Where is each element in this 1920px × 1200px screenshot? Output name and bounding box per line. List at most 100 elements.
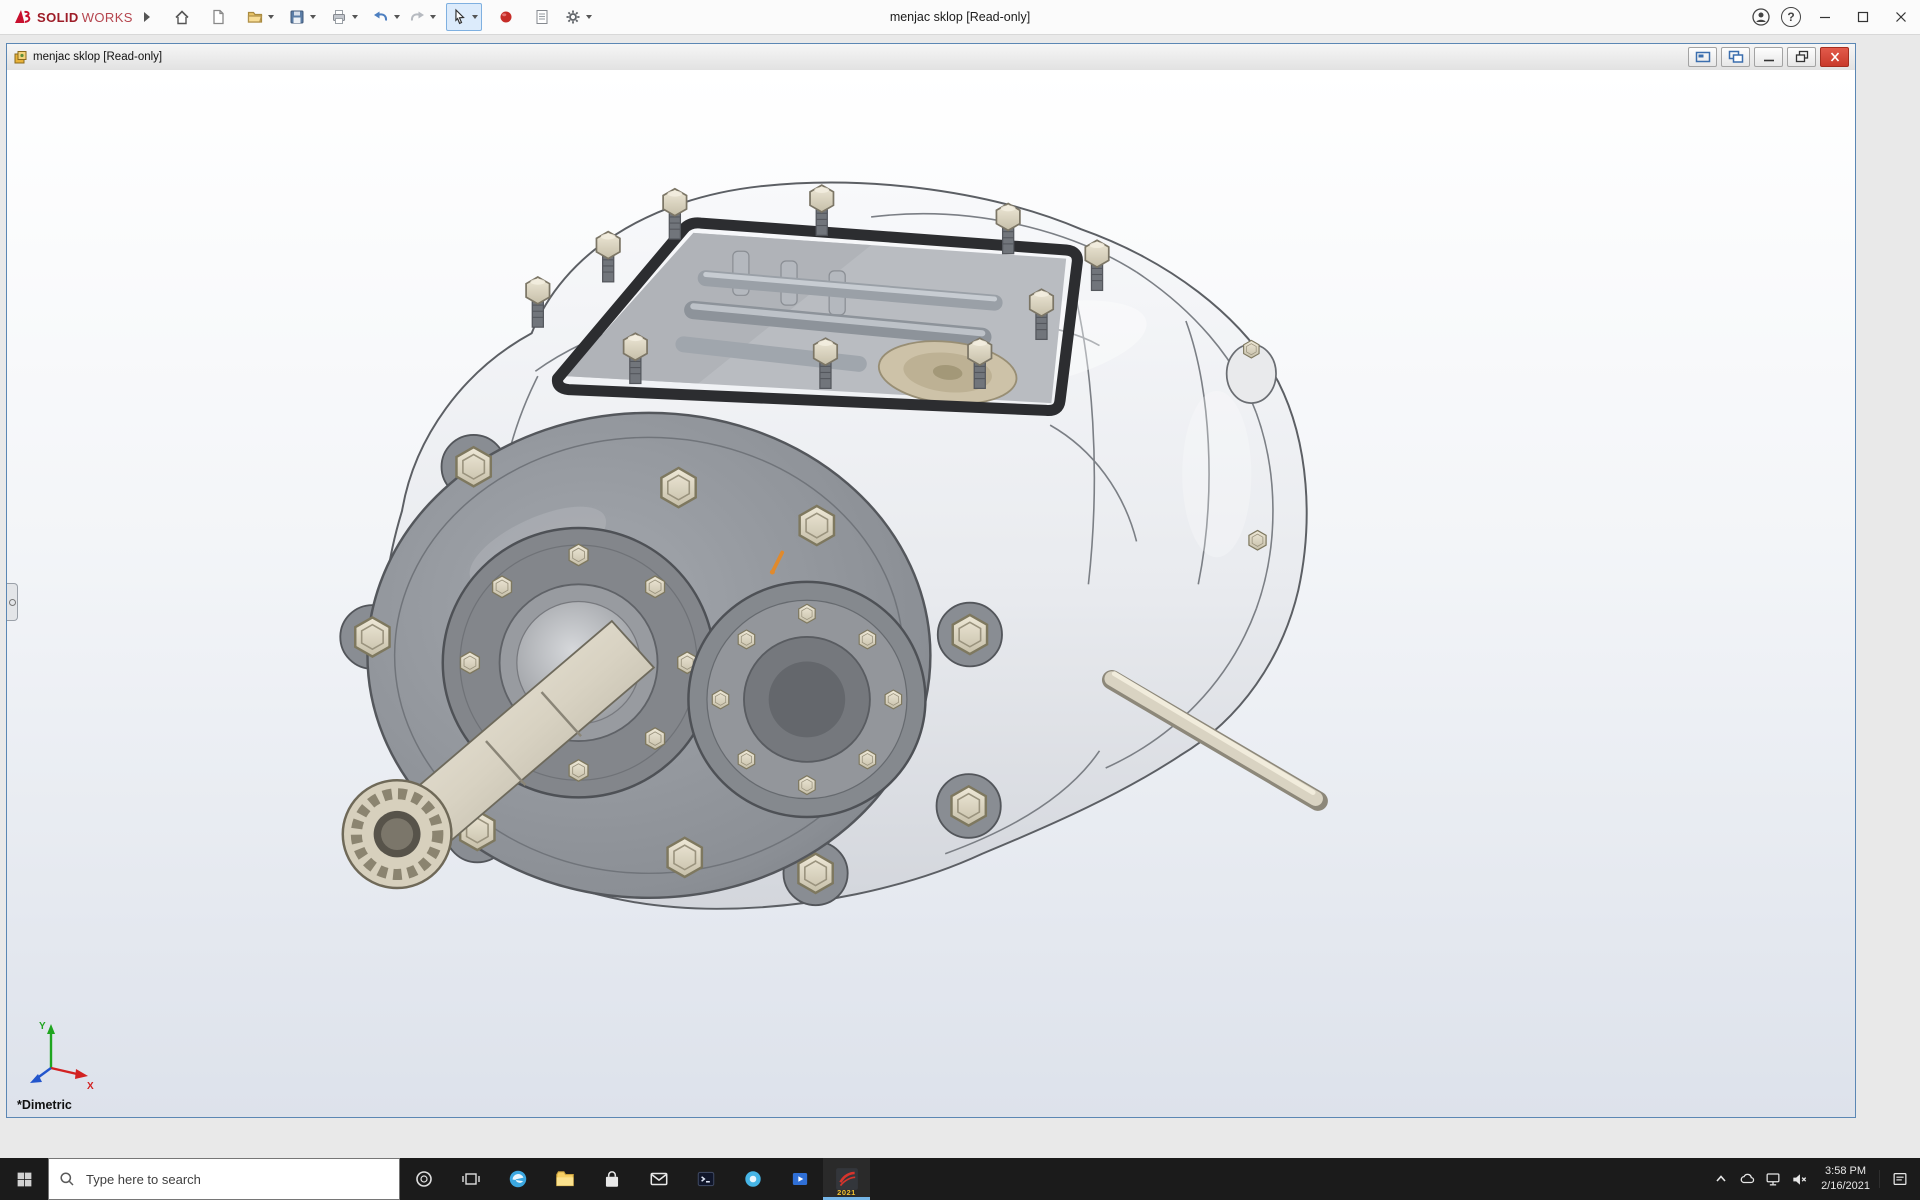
tile-window-button[interactable] <box>1688 47 1717 67</box>
terminal-button[interactable] <box>682 1158 729 1200</box>
chevron-down-icon[interactable] <box>268 15 274 19</box>
photos-button[interactable] <box>729 1158 776 1200</box>
mail-button[interactable] <box>635 1158 682 1200</box>
assembly-document-icon <box>13 50 28 65</box>
solidworks-logo[interactable]: SOLIDWORKS <box>12 6 150 28</box>
chevron-down-icon[interactable] <box>472 15 478 19</box>
hidden-icons-button[interactable] <box>1708 1158 1734 1200</box>
save-button[interactable] <box>284 3 320 31</box>
action-center-icon <box>1891 1170 1909 1188</box>
select-button[interactable] <box>446 3 482 31</box>
brand-flyout-arrow-icon[interactable] <box>144 12 150 22</box>
home-icon <box>173 8 191 26</box>
open-button[interactable] <box>242 3 278 31</box>
document-restore-button[interactable] <box>1787 47 1816 67</box>
document-window: menjac sklop [Read-only] <box>6 43 1856 1118</box>
home-button[interactable] <box>164 3 200 31</box>
graphics-viewport[interactable]: Y X *Dimetric <box>7 70 1855 1117</box>
edge-icon <box>507 1168 529 1190</box>
undo-button[interactable] <box>368 3 404 31</box>
redo-icon <box>408 8 426 26</box>
maximize-icon <box>1857 11 1869 23</box>
view-orientation-label: *Dimetric <box>17 1098 72 1112</box>
mdi-background: menjac sklop [Read-only] <box>0 35 1920 1158</box>
chevron-down-icon[interactable] <box>352 15 358 19</box>
help-icon: ? <box>1781 7 1801 27</box>
close-icon <box>1827 50 1843 64</box>
chevron-down-icon[interactable] <box>586 15 592 19</box>
brand-text-light: WORKS <box>82 10 133 25</box>
app-minimize-button[interactable] <box>1806 0 1844 34</box>
restore-icon <box>1794 50 1810 64</box>
help-button[interactable]: ? <box>1776 0 1806 34</box>
movies-tv-icon <box>789 1168 811 1190</box>
search-input[interactable] <box>84 1171 389 1188</box>
cloud-icon <box>1738 1170 1756 1188</box>
print-button[interactable] <box>326 3 362 31</box>
minimize-icon <box>1819 11 1831 23</box>
edge-button[interactable] <box>494 1158 541 1200</box>
account-button[interactable] <box>1746 0 1776 34</box>
titlebar-right-controls: ? <box>1746 0 1920 34</box>
cortana-icon <box>414 1169 434 1189</box>
document-close-button[interactable] <box>1820 47 1849 67</box>
solidworks-taskbar-button[interactable]: 2021 <box>823 1158 870 1200</box>
photos-icon <box>742 1168 764 1190</box>
task-view-icon <box>461 1169 481 1189</box>
3dexperience-button[interactable] <box>488 3 524 31</box>
document-titlebar: menjac sklop [Read-only] <box>7 44 1855 71</box>
document-minimize-button[interactable] <box>1754 47 1783 67</box>
select-cursor-icon <box>450 8 468 26</box>
side-cover <box>688 582 925 817</box>
task-view-button[interactable] <box>447 1158 494 1200</box>
triad-y-label: Y <box>39 1021 46 1032</box>
gear-icon <box>564 8 582 26</box>
network-display-icon <box>1764 1170 1782 1188</box>
chevron-up-icon <box>1713 1171 1729 1187</box>
file-explorer-button[interactable] <box>541 1158 588 1200</box>
system-tray: 3:58 PM 2/16/2021 <box>1708 1158 1920 1200</box>
mail-icon <box>648 1168 670 1190</box>
cortana-button[interactable] <box>400 1158 447 1200</box>
chevron-down-icon[interactable] <box>310 15 316 19</box>
taskbar: 2021 <box>0 1158 1920 1200</box>
taskbar-clock[interactable]: 3:58 PM 2/16/2021 <box>1812 1164 1879 1194</box>
ds-logo-icon <box>12 6 34 28</box>
open-folder-icon <box>246 8 264 26</box>
chevron-down-icon[interactable] <box>430 15 436 19</box>
featuremanager-collapsed-tab[interactable] <box>7 583 18 621</box>
taskbar-search[interactable] <box>48 1158 400 1200</box>
volume-button[interactable] <box>1786 1158 1812 1200</box>
document-title: menjac sklop [Read-only] <box>33 51 162 63</box>
clock-date: 2/16/2021 <box>1821 1179 1870 1194</box>
float-window-icon <box>1728 50 1744 64</box>
gearbox-model <box>340 183 1318 909</box>
solidworks-version-badge: 2021 <box>823 1188 870 1197</box>
redo-button[interactable] <box>404 3 440 31</box>
app-titlebar: SOLIDWORKS <box>0 0 1920 35</box>
chevron-down-icon[interactable] <box>394 15 400 19</box>
search-icon <box>59 1171 75 1187</box>
movies-tv-button[interactable] <box>776 1158 823 1200</box>
orientation-triad: Y X <box>21 1013 101 1093</box>
save-icon <box>288 8 306 26</box>
app-maximize-button[interactable] <box>1844 0 1882 34</box>
app-close-button[interactable] <box>1882 0 1920 34</box>
action-center-button[interactable] <box>1879 1170 1920 1188</box>
document-settings-button[interactable] <box>524 3 560 31</box>
onedrive-button[interactable] <box>1734 1158 1760 1200</box>
options-button[interactable] <box>560 3 596 31</box>
brand-text-bold: SOLID <box>37 10 79 25</box>
start-button[interactable] <box>0 1158 48 1200</box>
terminal-icon <box>695 1168 717 1190</box>
store-button[interactable] <box>588 1158 635 1200</box>
user-account-icon <box>1751 7 1771 27</box>
float-window-button[interactable] <box>1721 47 1750 67</box>
file-explorer-icon <box>554 1168 576 1190</box>
minimize-icon <box>1761 50 1777 64</box>
windows-logo-icon <box>16 1171 33 1188</box>
new-document-icon <box>209 8 227 26</box>
volume-muted-icon <box>1790 1170 1809 1189</box>
new-document-button[interactable] <box>200 3 236 31</box>
network-button[interactable] <box>1760 1158 1786 1200</box>
